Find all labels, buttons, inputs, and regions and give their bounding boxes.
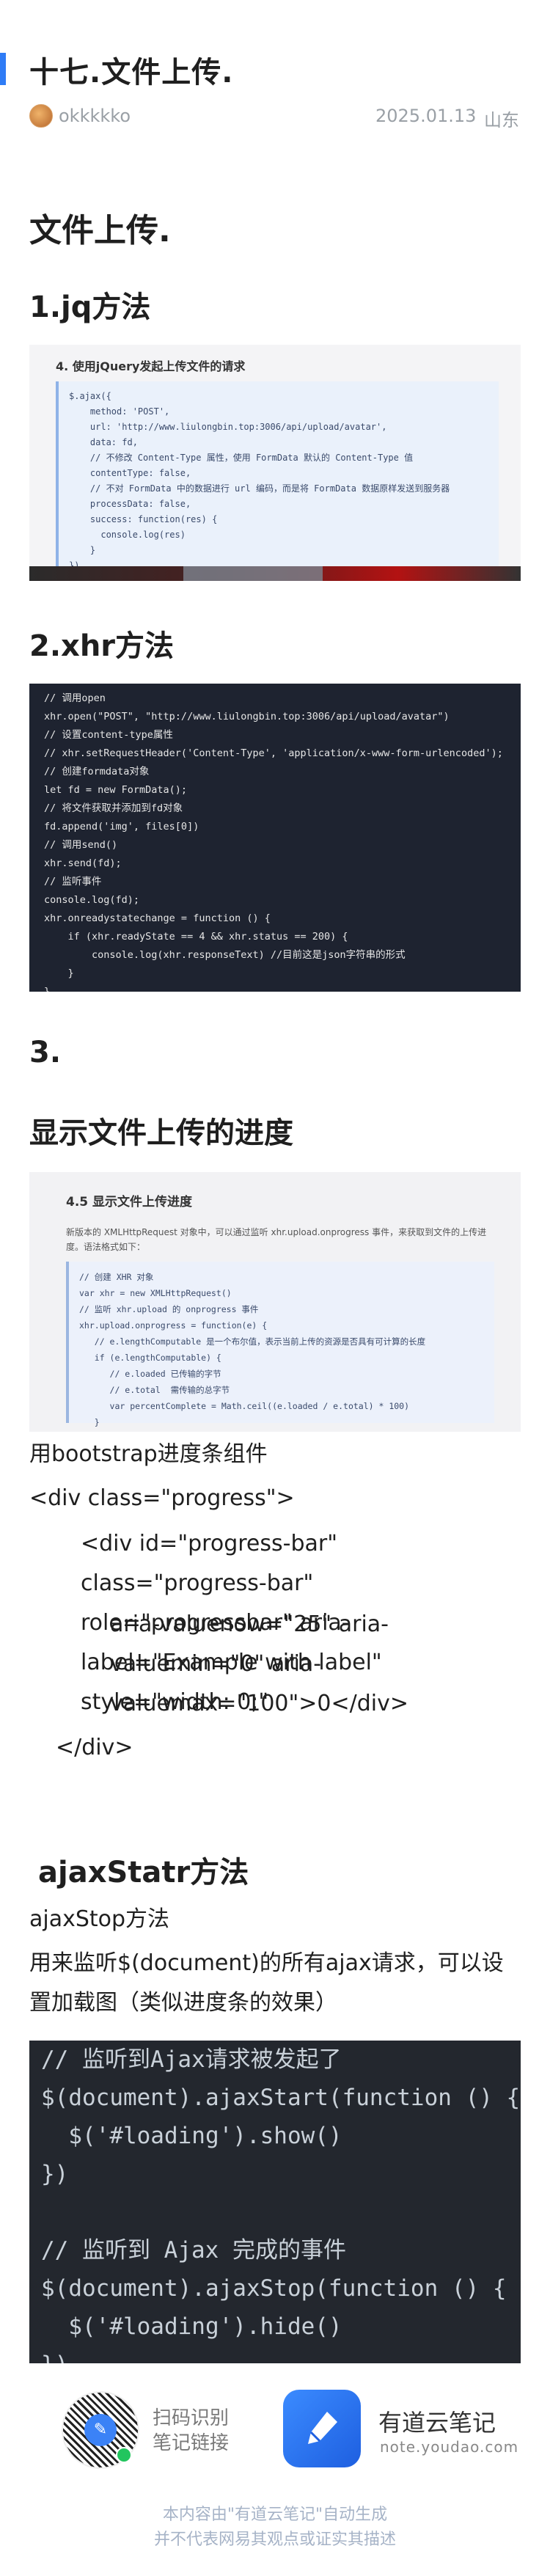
- progress-heading: 显示文件上传的进度: [29, 1116, 293, 1150]
- location: 山东: [484, 110, 519, 131]
- screenshot-description: 新版本的 XMLHttpRequest 对象中，可以通过监听 xhr.uploa…: [66, 1227, 487, 1252]
- author-name[interactable]: okkkkko: [59, 106, 131, 126]
- code-block: // 创建 XHR 对象 var xhr = new XMLHttpReques…: [79, 1272, 426, 1427]
- qr-code[interactable]: ✎: [62, 2391, 139, 2469]
- code-panel: // 创建 XHR 对象 var xhr = new XMLHttpReques…: [66, 1262, 494, 1427]
- paragraph: aria-valuenow="25" aria-valuemin="0" ari…: [110, 1611, 409, 1716]
- disclaimer: 本内容由"有道云笔记"自动生成: [162, 2506, 388, 2524]
- code-panel: $.ajax({ method: 'POST', url: 'http://ww…: [56, 381, 499, 571]
- paragraph: <div class="progress">: [29, 1485, 295, 1511]
- code-block: $.ajax({ method: 'POST', url: 'http://ww…: [69, 391, 450, 571]
- xhr-heading: 2.xhr方法: [29, 629, 175, 663]
- code-block: // 调用open xhr.open("POST", "http://www.l…: [44, 692, 503, 992]
- screenshot-caption: 4.5 显示文件上传进度: [66, 1195, 193, 1210]
- meta-row: okkkkko 2025.01.13 山东: [29, 103, 521, 131]
- paragraph: </div>: [56, 1735, 133, 1760]
- screenshot-caption: 4. 使用jQuery发起上传文件的请求: [56, 359, 246, 373]
- scan-hint: 扫码识别 笔记链接: [153, 2406, 229, 2456]
- scan-line: 笔记链接: [153, 2432, 230, 2454]
- xhr-code-screenshot: // 调用open xhr.open("POST", "http://www.l…: [29, 684, 521, 992]
- paragraph: ajaxStop方法: [29, 1906, 170, 1932]
- app-url[interactable]: note.youdao.com: [380, 2438, 518, 2456]
- step3-heading: 3.: [29, 1036, 62, 1069]
- publish-date: 2025.01.13: [375, 106, 477, 126]
- ajax-code-screenshot: // 监听到Ajax请求被发起了 $(document).ajaxStart(f…: [29, 2041, 521, 2363]
- youdao-logo-icon[interactable]: [283, 2390, 361, 2467]
- paragraph: 用来监听$(document)的所有ajax请求，可以设置加载图（类似进度条的效…: [29, 1950, 504, 2016]
- scan-line: 扫码识别: [153, 2407, 230, 2429]
- avatar[interactable]: [29, 104, 53, 128]
- title-accent-bar: [0, 53, 6, 85]
- video-progress: [183, 566, 323, 581]
- pen-icon: ✎: [84, 2414, 117, 2446]
- progress-code-screenshot: 4.5 显示文件上传进度 新版本的 XMLHttpRequest 对象中，可以通…: [29, 1172, 521, 1432]
- jq-heading: 1.jq方法: [29, 290, 151, 324]
- paragraph: 用bootstrap进度条组件: [29, 1441, 268, 1467]
- code-block: // 监听到Ajax请求被发起了 $(document).ajaxStart(f…: [41, 2046, 521, 2363]
- page-title: 十七.文件上传.: [29, 56, 234, 89]
- ajax-heading: ajaxStatr方法: [38, 1856, 249, 1889]
- check-badge-icon: [116, 2447, 132, 2463]
- app-name[interactable]: 有道云笔记: [378, 2404, 496, 2438]
- disclaimer: 并不代表网易其观点或证实其描述: [153, 2531, 396, 2549]
- jq-code-screenshot: 4. 使用jQuery发起上传文件的请求 $.ajax({ method: 'P…: [29, 345, 521, 581]
- main-heading: 文件上传.: [29, 212, 171, 249]
